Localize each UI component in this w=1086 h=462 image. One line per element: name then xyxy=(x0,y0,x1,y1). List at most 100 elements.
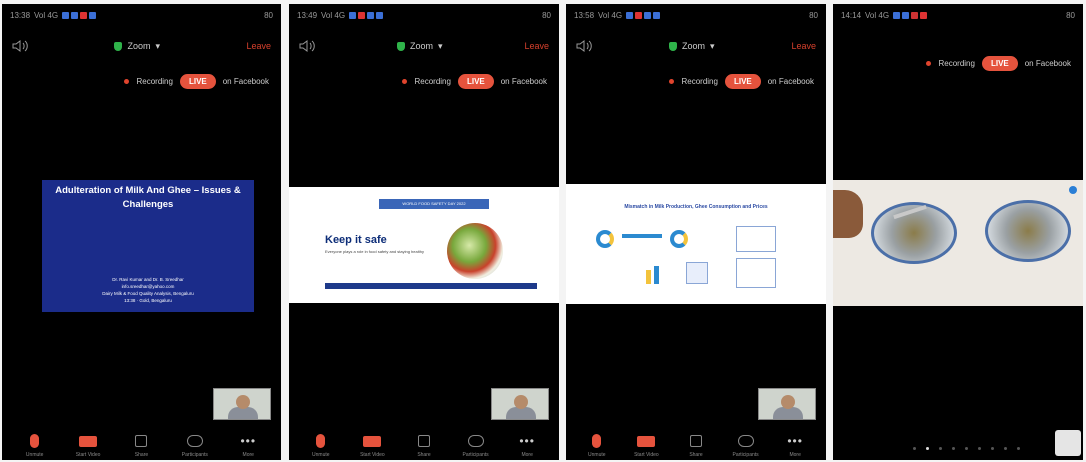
meeting-toolbar: Unmute Start Video Share Participants ••… xyxy=(2,424,281,458)
slide-subtitle: Everyone plays a role in food safety and… xyxy=(325,249,424,254)
shield-icon xyxy=(668,41,677,51)
share-button[interactable]: Share xyxy=(119,433,163,458)
recording-label[interactable]: Recording xyxy=(136,77,172,86)
infographic-box xyxy=(736,226,776,252)
page-indicator[interactable] xyxy=(913,447,1020,450)
shield-icon xyxy=(396,41,405,51)
meeting-toolbar: Unmute Start Video Share Participants ••… xyxy=(289,424,559,458)
unmute-button[interactable]: Unmute xyxy=(299,433,343,458)
tool-label: Start Video xyxy=(360,452,385,458)
share-button[interactable]: Share xyxy=(674,433,718,458)
corner-badge xyxy=(1055,430,1081,456)
speaker-icon[interactable] xyxy=(12,39,28,53)
live-badge[interactable]: LIVE xyxy=(457,74,494,89)
page-dot[interactable] xyxy=(952,447,955,450)
status-time: 13:38 xyxy=(10,10,31,20)
tool-label: Share xyxy=(417,452,431,458)
page-dot[interactable] xyxy=(965,447,968,450)
slide-author-names: Dr. Ravi Kumar and Dr. B. Sreedhar xyxy=(112,277,184,282)
self-view-video[interactable] xyxy=(491,388,549,420)
page-dot-active[interactable] xyxy=(926,447,929,450)
tool-label: Start Video xyxy=(75,452,101,458)
video-off-icon xyxy=(79,435,98,447)
chevron-down-icon: ▾ xyxy=(437,40,443,51)
page-dot[interactable] xyxy=(939,447,942,450)
participants-button[interactable]: Participants xyxy=(454,433,498,458)
status-bar: 13:58 Vol 4G 80 xyxy=(574,7,818,23)
shield-icon xyxy=(114,41,123,51)
live-badge[interactable]: LIVE xyxy=(179,74,216,89)
more-button[interactable]: ••• More xyxy=(773,433,817,458)
leave-button[interactable]: Leave xyxy=(524,41,549,51)
more-icon: ••• xyxy=(787,434,803,448)
slide-banner: WORLD FOOD SAFETY DAY 2022 xyxy=(379,199,489,209)
page-dot[interactable] xyxy=(991,447,994,450)
notification-icon xyxy=(358,11,366,19)
recording-label[interactable]: Recording xyxy=(681,77,717,86)
recording-bar: Recording LIVE on Facebook xyxy=(926,56,1071,71)
recording-label[interactable]: Recording xyxy=(414,77,450,86)
chevron-down-icon: ▾ xyxy=(155,40,160,51)
donut-chart-icon xyxy=(670,230,688,248)
self-view-video[interactable] xyxy=(213,388,271,420)
unmute-button[interactable]: Unmute xyxy=(13,433,57,458)
mic-off-icon xyxy=(592,434,602,448)
recording-label[interactable]: Recording xyxy=(938,59,974,68)
mic-off-icon xyxy=(30,434,40,448)
participants-button[interactable]: Participants xyxy=(724,433,768,458)
notification-icons xyxy=(893,11,928,19)
speaker-icon[interactable] xyxy=(299,39,315,53)
tool-label: Start Video xyxy=(634,452,659,458)
battery-indicator: 80 xyxy=(1066,10,1075,20)
more-button[interactable]: ••• More xyxy=(226,433,270,458)
infographic-box xyxy=(736,258,776,288)
slide-title: Keep it safe xyxy=(325,234,387,246)
meeting-title[interactable]: Zoom ▾ xyxy=(114,41,160,52)
signal-indicator: Vol 4G xyxy=(598,10,623,20)
start-video-button[interactable]: Start Video xyxy=(624,433,668,458)
status-bar: 14:14 Vol 4G 80 xyxy=(841,7,1075,23)
status-bar: 13:38 Vol 4G 80 xyxy=(10,7,273,23)
page-dot[interactable] xyxy=(1004,447,1007,450)
signal-indicator: Vol 4G xyxy=(865,10,890,20)
battery-indicator: 80 xyxy=(264,10,273,20)
status-time: 13:49 xyxy=(297,10,318,20)
notification-icons xyxy=(626,11,661,19)
meeting-top-bar: Zoom ▾ Leave xyxy=(12,38,271,54)
live-badge[interactable]: LIVE xyxy=(724,74,761,89)
tool-label: Share xyxy=(134,452,149,458)
tool-label: Unmute xyxy=(312,452,330,458)
shared-slide: Mismatch in Milk Production, Ghee Consum… xyxy=(566,184,826,304)
slide-footer-bar xyxy=(325,283,537,289)
meeting-top-bar: Zoom ▾ Leave xyxy=(299,38,549,54)
leave-button[interactable]: Leave xyxy=(246,41,271,51)
tool-label: Participants xyxy=(181,452,208,458)
page-dot[interactable] xyxy=(913,447,916,450)
shared-video xyxy=(833,180,1083,306)
meeting-top-bar: Zoom ▾ Leave xyxy=(576,38,816,54)
signal-indicator: Vol 4G xyxy=(34,10,59,20)
participants-icon xyxy=(737,435,754,447)
slide-title: Adulteration of Milk And Ghee – Issues &… xyxy=(55,185,241,210)
page-dot[interactable] xyxy=(1017,447,1020,450)
start-video-button[interactable]: Start Video xyxy=(350,433,394,458)
meeting-title[interactable]: Zoom ▾ xyxy=(396,40,443,52)
self-view-video[interactable] xyxy=(758,388,816,420)
more-button[interactable]: ••• More xyxy=(505,433,549,458)
slide-title: Mismatch in Milk Production, Ghee Consum… xyxy=(624,204,768,210)
tool-label: Participants xyxy=(732,452,759,458)
participants-button[interactable]: Participants xyxy=(173,433,217,458)
glass-bowl-image xyxy=(985,200,1071,262)
page-dot[interactable] xyxy=(978,447,981,450)
meeting-title[interactable]: Zoom ▾ xyxy=(668,41,715,52)
tool-label: More xyxy=(521,452,533,458)
notification-icon xyxy=(911,11,919,19)
leave-button[interactable]: Leave xyxy=(791,41,816,51)
speaker-icon[interactable] xyxy=(576,39,592,53)
live-on-label: on Facebook xyxy=(222,77,269,86)
share-button[interactable]: Share xyxy=(402,433,446,458)
food-plate-image xyxy=(447,223,503,279)
start-video-button[interactable]: Start Video xyxy=(66,433,110,458)
live-badge[interactable]: LIVE xyxy=(981,56,1018,71)
unmute-button[interactable]: Unmute xyxy=(575,433,619,458)
